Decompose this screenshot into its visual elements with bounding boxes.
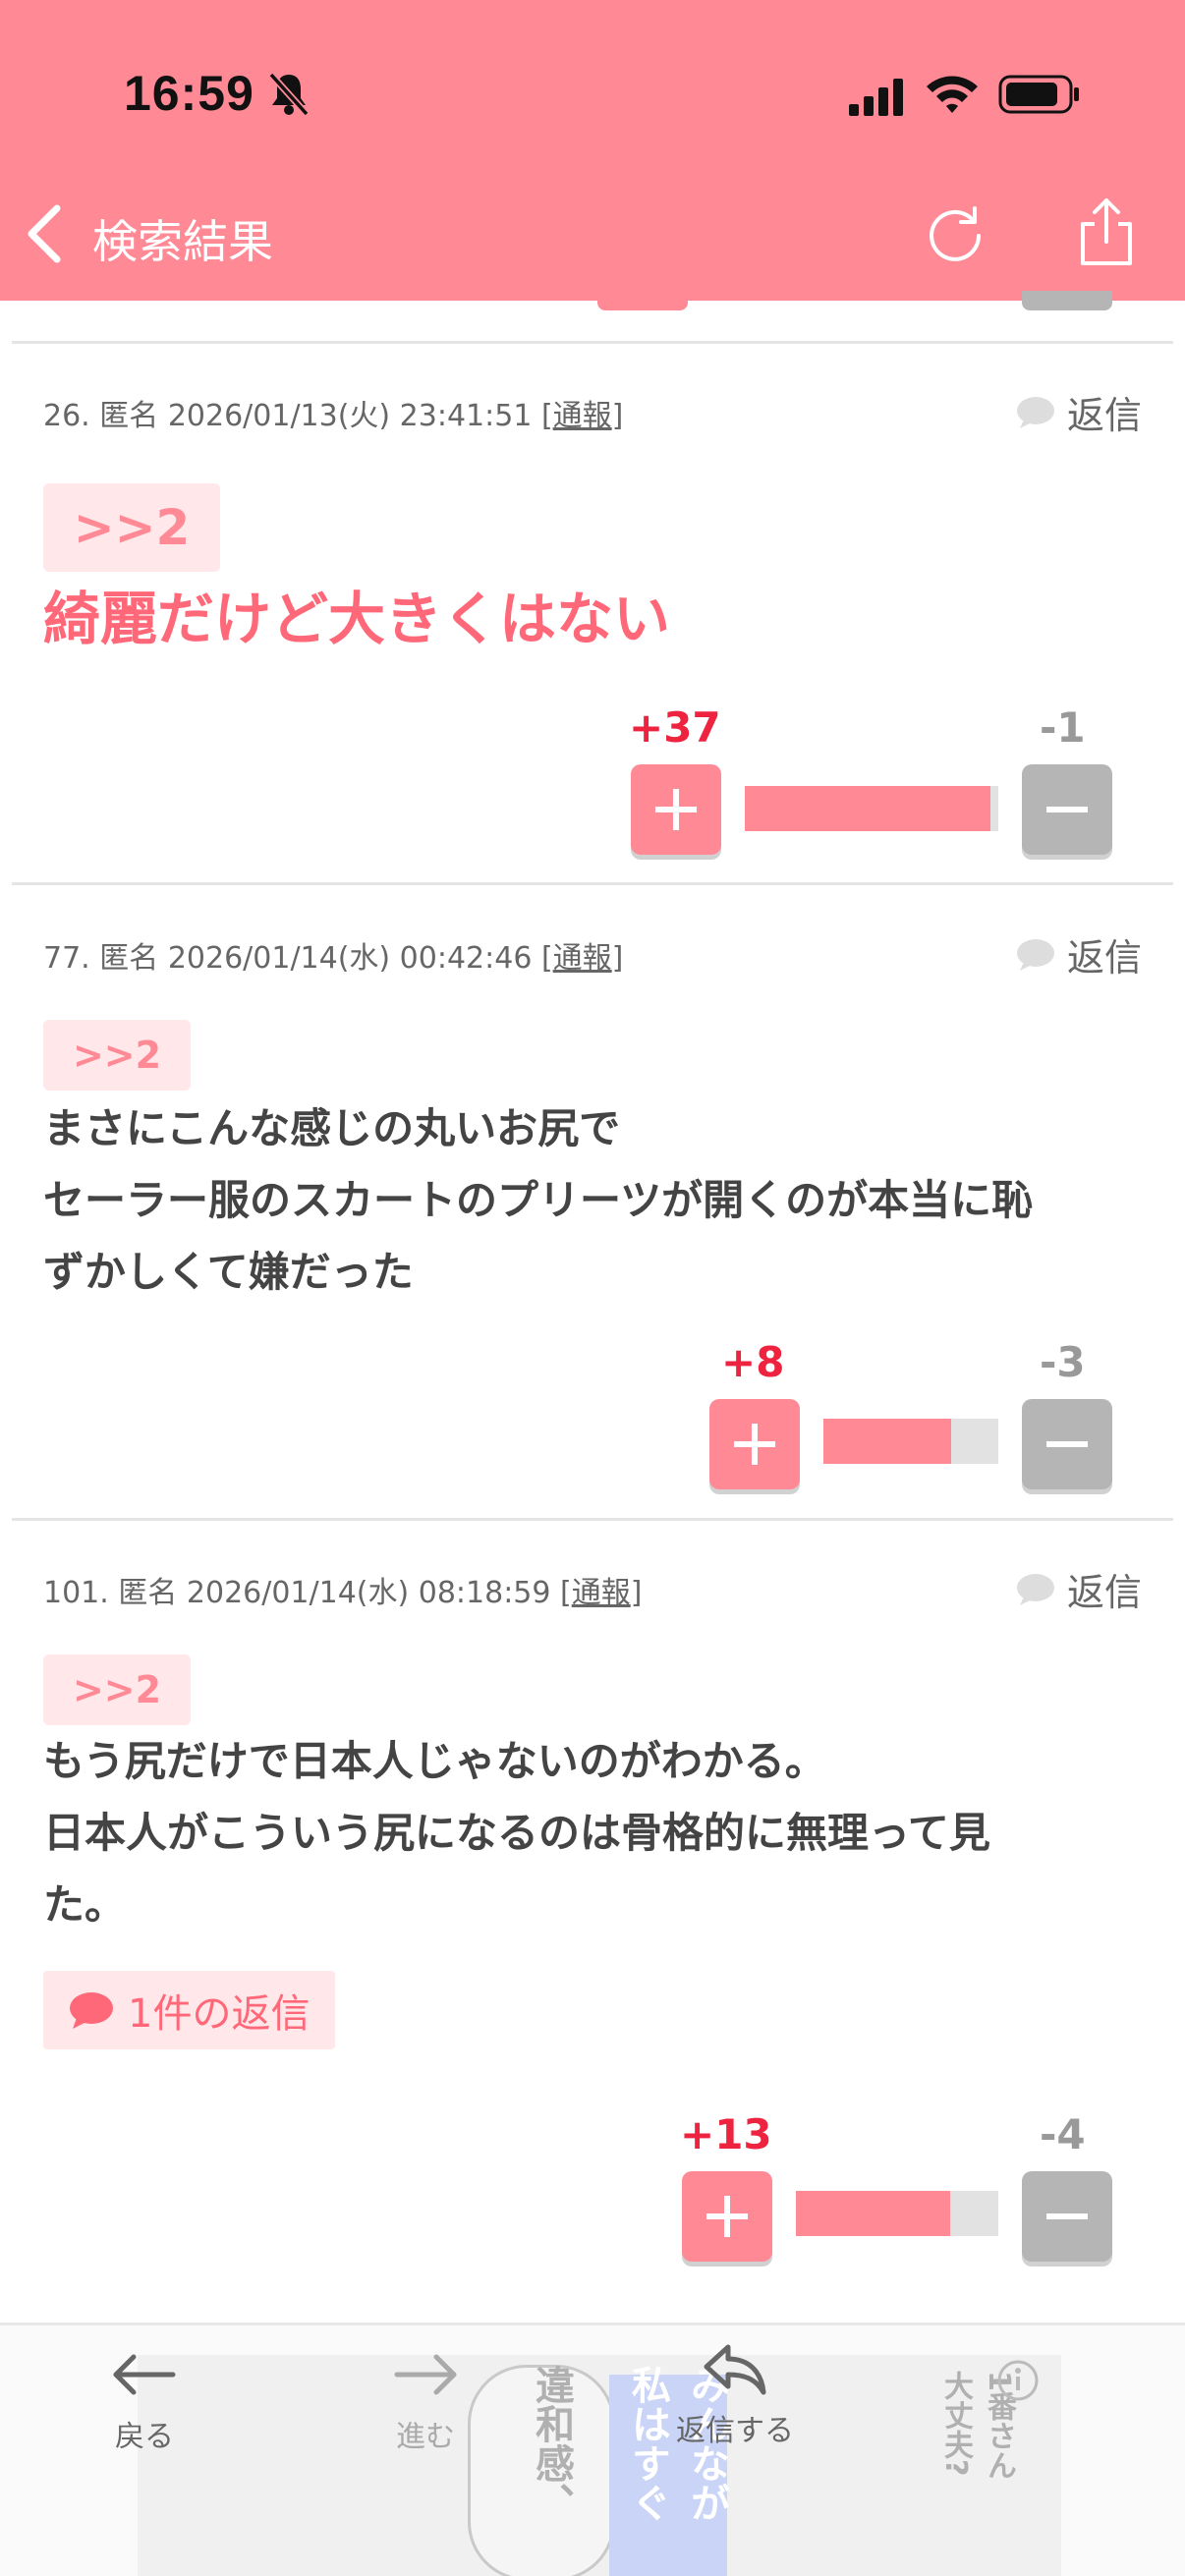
reply-arrow-icon <box>704 2344 766 2395</box>
vote-ratio-bar <box>745 786 998 831</box>
speech-bubble-icon <box>1016 396 1054 428</box>
minus-vote-button[interactable] <box>1022 2171 1112 2262</box>
nav-title[interactable]: 検索結果 <box>92 206 273 271</box>
forward-button[interactable]: 進む <box>391 2345 460 2455</box>
minus-score: -3 <box>1040 1338 1086 1386</box>
reply-post-button[interactable]: 返信する <box>676 2339 794 2449</box>
plus-vote-button[interactable] <box>709 1399 800 1489</box>
report-link[interactable]: 通報 <box>572 1576 631 1610</box>
minus-icon <box>1046 807 1088 812</box>
reply-button[interactable]: 返信 <box>1016 1562 1142 1616</box>
minus-score: -1 <box>1040 703 1086 752</box>
back-chevron-icon[interactable] <box>22 202 69 265</box>
vote-ratio-bar <box>823 1419 998 1464</box>
speech-bubble-icon <box>1016 1573 1054 1605</box>
post-body: まさにこんな感じの丸いお尻で セーラー服のスカートのプリーツが開くのが本当に恥 … <box>43 1104 1034 1296</box>
app-header: 16:59 検索結果 <box>0 0 1185 301</box>
plus-vote-button[interactable] <box>682 2171 772 2262</box>
minus-icon <box>1046 2213 1088 2219</box>
reload-icon[interactable] <box>924 202 987 265</box>
back-button[interactable]: 戻る <box>110 2345 179 2455</box>
divider <box>12 341 1173 344</box>
minus-vote-button[interactable] <box>1022 764 1112 855</box>
reply-button[interactable]: 返信 <box>1016 385 1142 439</box>
speech-bubble-icon <box>1016 938 1054 971</box>
report-link[interactable]: 通報 <box>553 941 612 976</box>
vote-ratio-bar <box>796 2191 998 2236</box>
cellular-signal-icon <box>849 79 903 116</box>
post-meta: 26. 匿名 2026/01/13(火) 23:41:51 [通報] <box>43 399 624 433</box>
post-body: 綺麗だけど大きくはない <box>43 586 671 652</box>
minus-vote-button[interactable] <box>1022 1399 1112 1489</box>
ad-text: 違和感、 <box>529 2365 574 2522</box>
reply-button[interactable]: 返信 <box>1016 927 1142 981</box>
anchor-link[interactable]: >>2 <box>43 1020 191 1091</box>
speech-bubble-icon <box>70 1992 113 2029</box>
anchor-link[interactable]: >>2 <box>43 483 220 572</box>
replies-count-button[interactable]: 1件の返信 <box>43 1971 336 2049</box>
ad-info-icon[interactable] <box>996 2359 1040 2402</box>
plus-icon <box>655 789 697 830</box>
vote-ratio-fill <box>796 2191 950 2236</box>
plus-icon <box>706 2196 748 2237</box>
post-body: もう尻だけで日本人じゃないのがわかる。 日本人がこういう尻になるのは骨格的に無理… <box>43 1737 990 1929</box>
ad-text: 私はすぐ <box>625 2365 670 2522</box>
minus-icon <box>1046 1441 1088 1447</box>
wifi-icon <box>927 76 978 113</box>
prev-minus-button-peek <box>1022 291 1112 310</box>
plus-vote-button[interactable] <box>631 764 721 855</box>
post-meta: 77. 匿名 2026/01/14(水) 00:42:46 [通報] <box>43 941 624 976</box>
arrow-right-icon <box>394 2354 457 2395</box>
bottom-toolbar: 違和感、 みんなが 私はすぐ 1番さん 大丈夫? 戻る 進む 返信する <box>0 2323 1185 2576</box>
post-meta: 101. 匿名 2026/01/14(水) 08:18:59 [通報] <box>43 1576 643 1610</box>
share-icon[interactable] <box>1077 196 1136 267</box>
minus-score: -4 <box>1040 2110 1086 2158</box>
status-time: 16:59 <box>124 66 254 121</box>
divider <box>12 882 1173 885</box>
divider <box>12 1518 1173 1521</box>
report-link[interactable]: 通報 <box>553 399 612 433</box>
plus-score: +13 <box>680 2110 772 2158</box>
plus-score: +37 <box>629 703 721 752</box>
arrow-left-icon <box>113 2354 176 2395</box>
plus-icon <box>734 1424 775 1465</box>
vote-ratio-fill <box>823 1419 951 1464</box>
anchor-link[interactable]: >>2 <box>43 1654 191 1725</box>
battery-icon <box>998 75 1079 114</box>
plus-score: +8 <box>721 1338 785 1386</box>
bell-off-icon <box>268 72 310 116</box>
vote-ratio-fill <box>745 786 991 831</box>
prev-plus-button-peek <box>597 291 688 310</box>
